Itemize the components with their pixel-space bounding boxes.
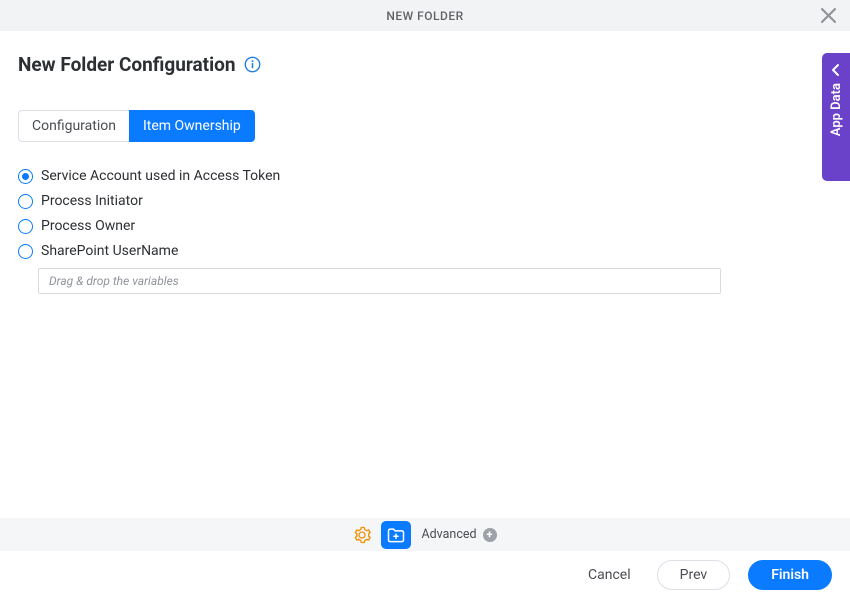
- dialog-header: NEW FOLDER: [0, 0, 850, 31]
- tabs: Configuration Item Ownership: [18, 110, 832, 142]
- radio-label: Service Account used in Access Token: [41, 168, 280, 184]
- radio-option-process-owner[interactable]: Process Owner: [18, 218, 832, 234]
- page-title: New Folder Configuration: [18, 53, 236, 76]
- button-label: Finish: [771, 567, 809, 583]
- tab-configuration[interactable]: Configuration: [18, 110, 129, 142]
- radio-icon: [18, 194, 33, 209]
- close-icon: [821, 8, 836, 23]
- tab-item-ownership[interactable]: Item Ownership: [129, 110, 255, 142]
- chevron-left-icon: [831, 63, 841, 77]
- dialog-footer: Cancel Prev Finish: [0, 551, 850, 599]
- button-label: Cancel: [588, 567, 631, 583]
- tab-label: Configuration: [32, 118, 116, 134]
- dialog-title: NEW FOLDER: [386, 9, 463, 23]
- plus-circle-icon: +: [483, 528, 497, 542]
- advanced-label: Advanced: [421, 527, 476, 542]
- folder-plus-icon: [386, 526, 406, 544]
- button-label: Prev: [680, 567, 708, 583]
- new-folder-button[interactable]: [381, 521, 411, 549]
- finish-button[interactable]: Finish: [748, 560, 832, 590]
- info-icon[interactable]: [244, 56, 261, 73]
- gear-icon[interactable]: [353, 526, 371, 544]
- radio-option-process-initiator[interactable]: Process Initiator: [18, 193, 832, 209]
- tab-label: Item Ownership: [143, 118, 241, 134]
- prev-button[interactable]: Prev: [657, 560, 731, 590]
- radio-option-sharepoint-username[interactable]: SharePoint UserName: [18, 243, 832, 259]
- close-button[interactable]: [818, 6, 838, 26]
- radio-icon: [18, 219, 33, 234]
- page-title-row: New Folder Configuration: [18, 53, 832, 76]
- cancel-button[interactable]: Cancel: [580, 563, 639, 587]
- radio-icon: [18, 244, 33, 259]
- variables-input[interactable]: Drag & drop the variables: [38, 268, 721, 294]
- radio-label: SharePoint UserName: [41, 243, 178, 259]
- radio-icon: [18, 169, 33, 184]
- radio-label: Process Owner: [41, 218, 135, 234]
- radio-option-service-account[interactable]: Service Account used in Access Token: [18, 168, 832, 184]
- side-panel-app-data[interactable]: App Data: [822, 53, 850, 181]
- side-panel-label: App Data: [829, 83, 844, 136]
- bottom-toolbar: Advanced +: [0, 518, 850, 551]
- dialog-body: New Folder Configuration Configuration I…: [0, 31, 850, 294]
- radio-label: Process Initiator: [41, 193, 143, 209]
- variables-placeholder: Drag & drop the variables: [49, 274, 179, 288]
- advanced-toggle[interactable]: Advanced +: [421, 527, 496, 542]
- ownership-radio-group: Service Account used in Access Token Pro…: [18, 168, 832, 294]
